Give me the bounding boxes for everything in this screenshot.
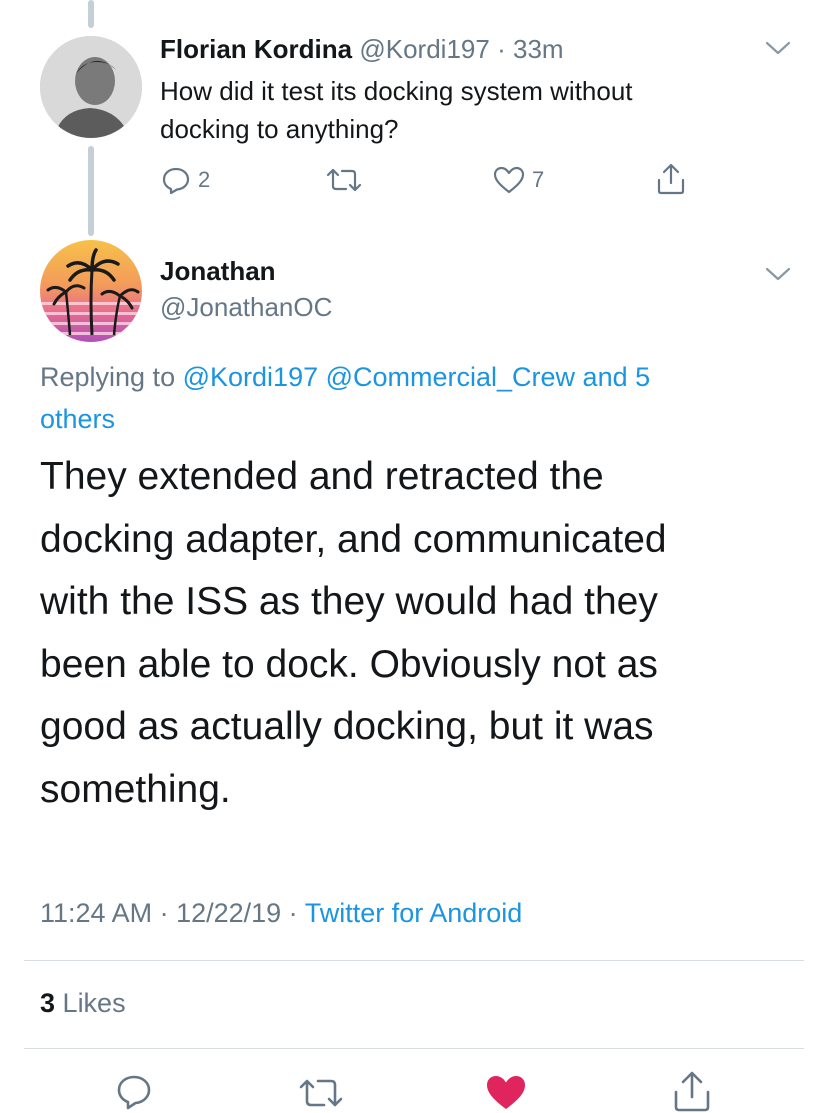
tweet-text: How did it test its docking system witho… [160, 72, 633, 148]
thread-line-top [88, 0, 94, 28]
retweet-icon[interactable] [296, 1074, 346, 1112]
replying-others-link[interactable]: others [40, 404, 115, 434]
author-name[interactable]: Florian Kordina [160, 34, 352, 64]
tweet-body-line: good as actually docking, but it was [40, 705, 654, 748]
tweet-header: Florian Kordina @Kordi197 · 33m [160, 34, 564, 65]
avatar-photo [40, 36, 142, 138]
avatar[interactable] [40, 240, 142, 342]
replying-to: Replying to @Kordi197 @Commercial_Crew a… [40, 356, 760, 440]
retweet-button[interactable] [324, 164, 364, 196]
reply-icon[interactable] [114, 1072, 154, 1112]
chevron-down-icon[interactable] [764, 264, 792, 284]
divider [24, 1048, 804, 1049]
share-icon[interactable] [670, 1070, 714, 1113]
share-icon [657, 163, 685, 195]
author-name[interactable]: Jonathan [160, 256, 276, 287]
replying-prefix: Replying to [40, 362, 176, 392]
reply-button[interactable]: 2 [160, 164, 210, 196]
reply-count: 2 [198, 167, 211, 192]
reply-icon [162, 167, 190, 195]
author-handle[interactable]: @JonathanOC [160, 292, 332, 323]
tweet-body-line: They extended and retracted the [40, 455, 604, 498]
like-count: 7 [532, 167, 545, 192]
tweet-body-line: something. [40, 767, 231, 811]
tweet-text-line: docking to anything? [160, 114, 399, 144]
avatar[interactable] [40, 36, 142, 138]
tweet-body: They extended and retracted the docking … [40, 446, 800, 821]
dot-separator: · [497, 34, 506, 64]
chevron-down-icon[interactable] [764, 38, 792, 58]
like-icon [493, 166, 525, 194]
tweet-text-line: How did it test its docking system witho… [160, 76, 633, 106]
tweet-timestamp[interactable]: 11:24 AM · 12/22/19 · [40, 898, 298, 928]
palm-sunset-avatar [40, 240, 142, 342]
tweet-body-line: with the ISS as they would had they [40, 580, 658, 623]
likes-stat[interactable]: 3 Likes [40, 988, 126, 1019]
tweet-source-link[interactable]: Twitter for Android [305, 898, 523, 928]
like-icon-active[interactable] [484, 1072, 528, 1112]
divider [24, 960, 804, 961]
retweet-icon [326, 168, 362, 192]
like-button[interactable]: 7 [492, 164, 544, 196]
tweet-body-line: been able to dock. Obviously not as [40, 642, 658, 686]
thread-line-bottom [88, 146, 94, 236]
tweet-time[interactable]: 33m [513, 34, 564, 64]
share-button[interactable] [654, 162, 688, 196]
tweet-body-line: docking adapter, and communicated [40, 517, 667, 561]
replying-users-link[interactable]: @Kordi197 @Commercial_Crew and 5 [183, 362, 651, 392]
author-handle[interactable]: @Kordi197 [359, 34, 489, 64]
likes-count: 3 [40, 988, 56, 1018]
tweet-meta: 11:24 AM · 12/22/19 · Twitter for Androi… [40, 898, 522, 929]
likes-label: Likes [62, 988, 126, 1018]
